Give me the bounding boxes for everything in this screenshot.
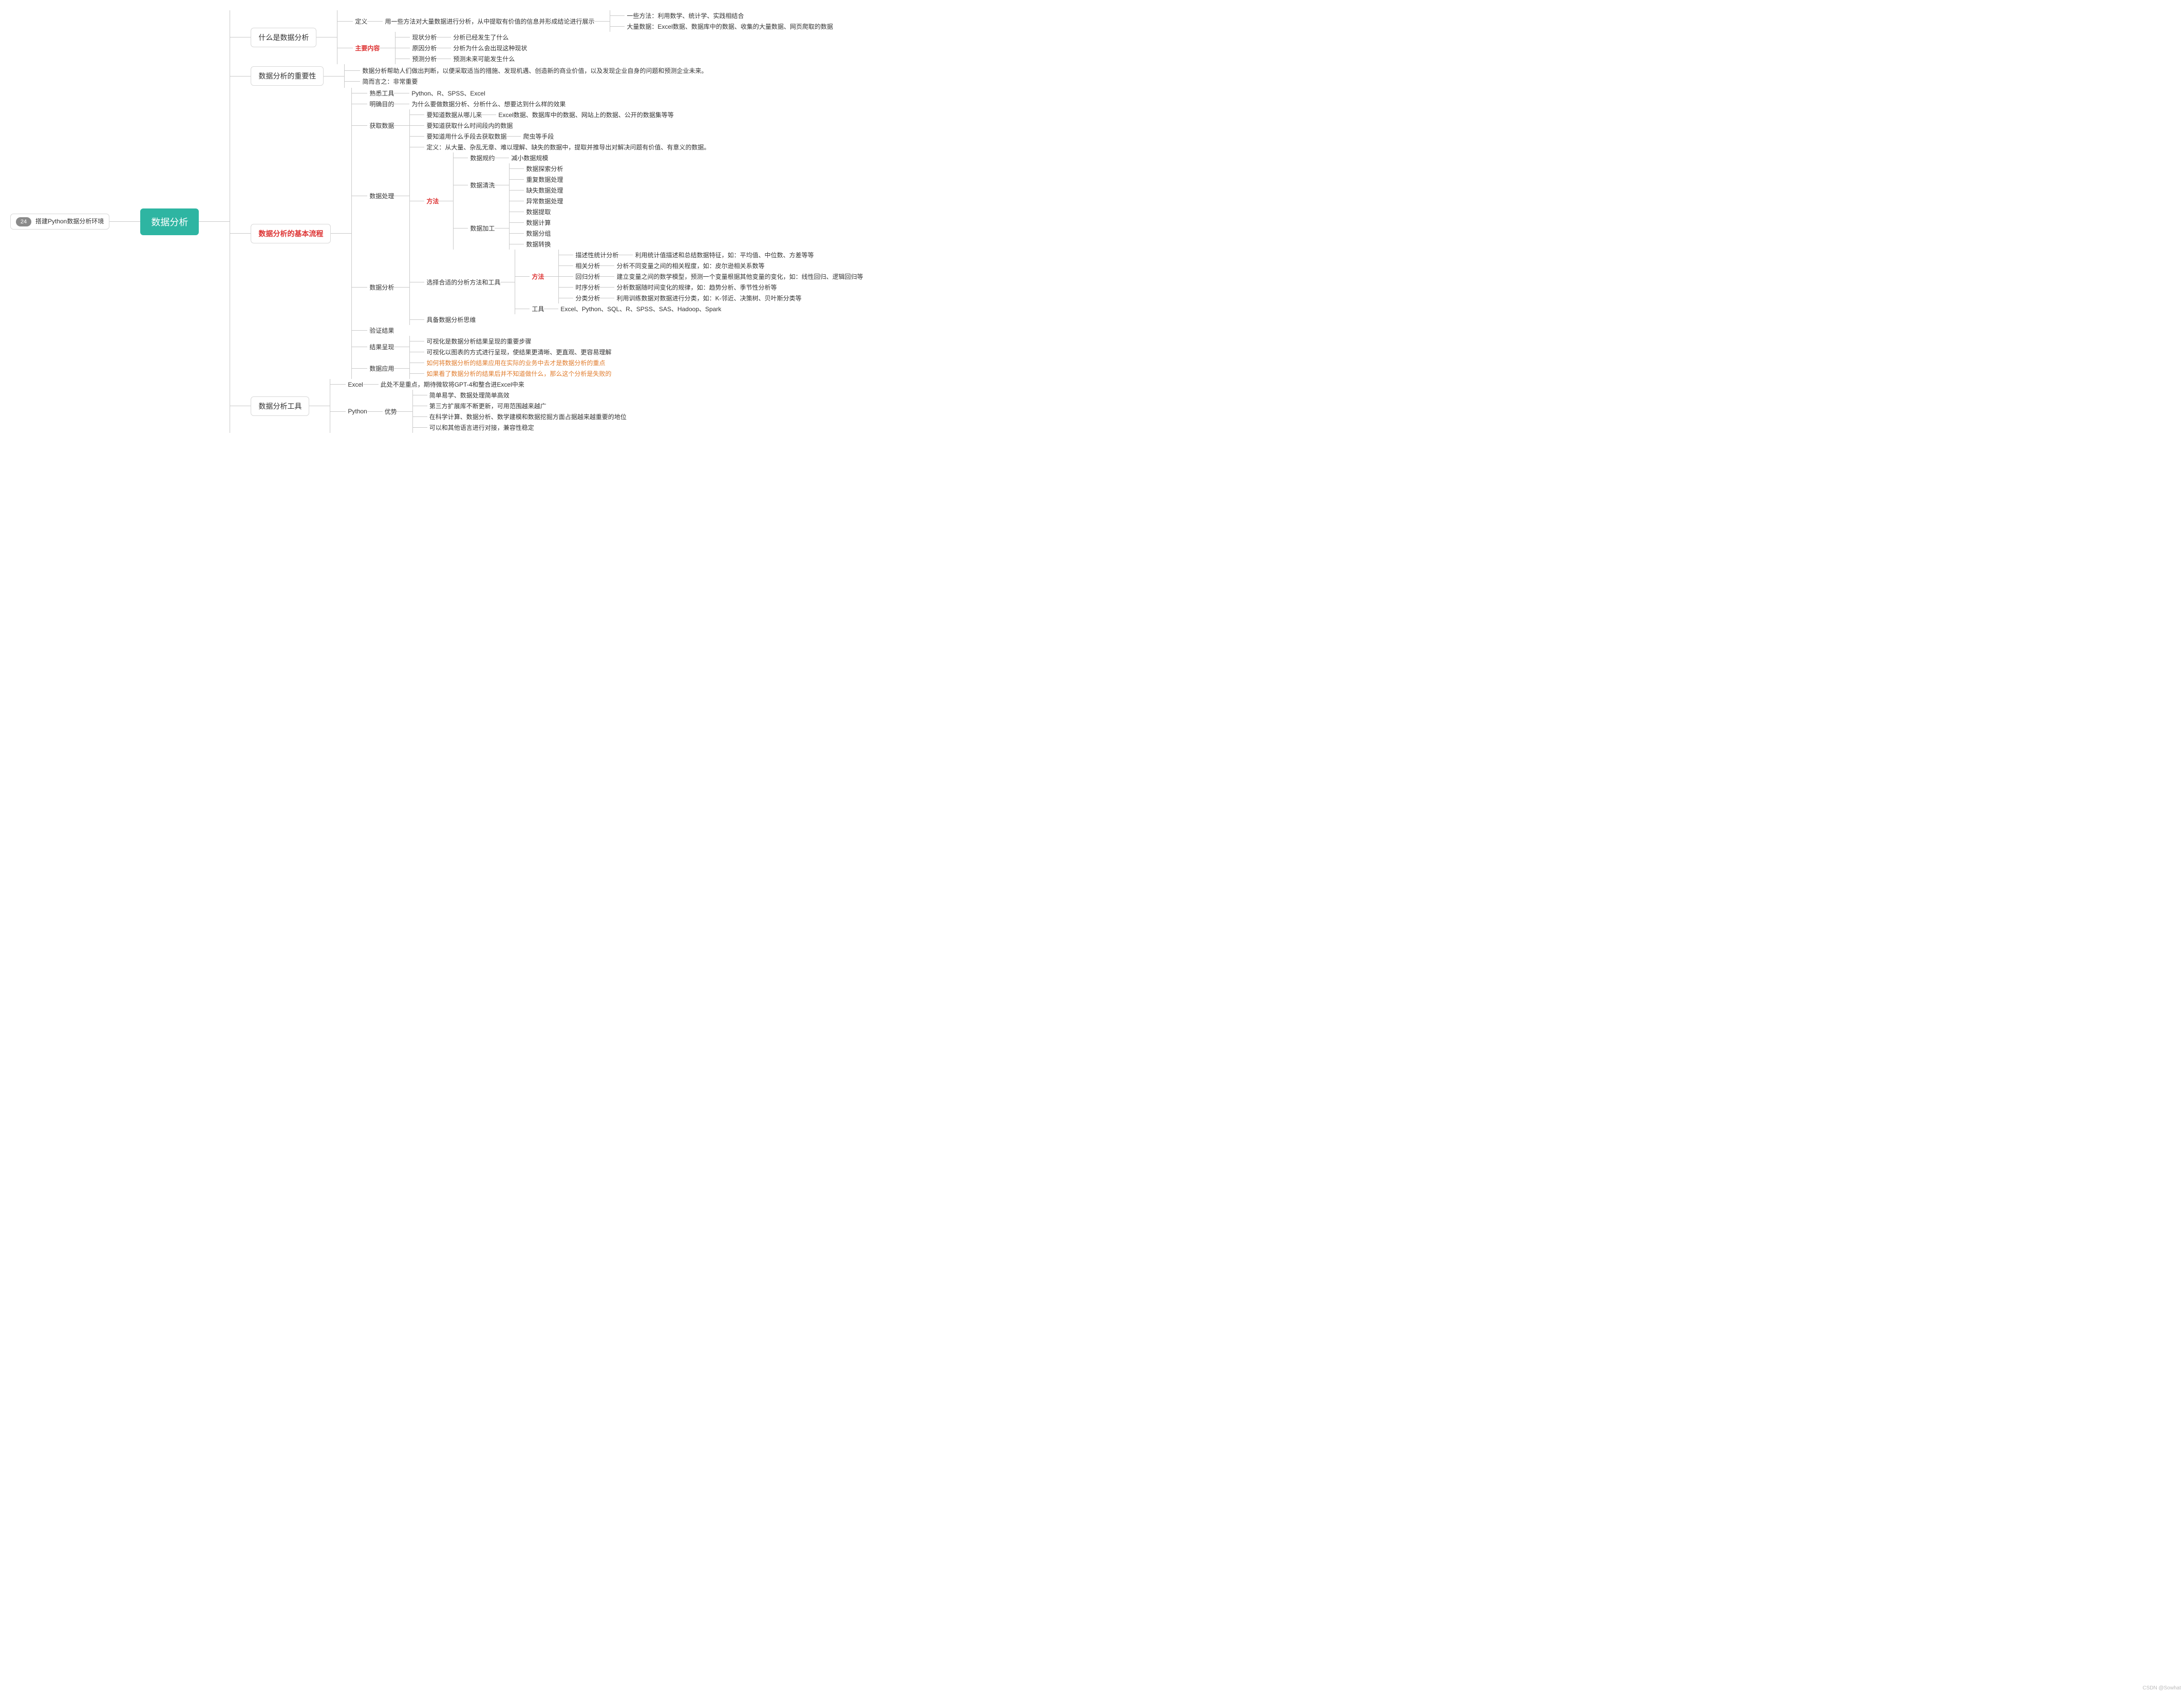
m4-v: 分析数据随时间变化的规律，如：趋势分析、季节性分析等	[614, 282, 777, 293]
mc-1-v: 分析已经发生了什么	[451, 32, 509, 43]
s4-p-2: 数据计算	[524, 217, 551, 228]
mc-2-v: 分析为什么会出现这种现状	[451, 43, 527, 53]
s3-3-v: 爬虫等手段	[521, 131, 554, 142]
t-excel-k: Excel	[346, 380, 363, 389]
s4-p-3: 数据分组	[524, 228, 551, 239]
watermark: CSDN @Sowhat	[2142, 1685, 2181, 1691]
left-branch: 24 搭建Python数据分析环境	[10, 214, 140, 230]
root-label: 数据分析	[140, 208, 199, 235]
s5-m: 方法	[530, 271, 544, 282]
left-link-node[interactable]: 24 搭建Python数据分析环境	[10, 214, 109, 230]
s7-1: 可视化是数据分析结果呈现的重要步骤	[424, 336, 531, 347]
node-definition-text: 用一些方法对大量数据进行分析，从中提取有价值的信息并形成结论进行展示	[383, 16, 594, 27]
def-sub-1: 一些方法：利用数学、统计学、实践相结合	[625, 10, 744, 21]
mc-3-v: 预测未来可能发生什么	[451, 53, 515, 64]
s4-c-2: 重复数据处理	[524, 174, 563, 185]
s2-v: 为什么要做数据分析、分析什么、想要达到什么样的效果	[409, 99, 566, 109]
adv-2: 第三方扩展库不断更新，可用范围越来越广	[427, 401, 547, 411]
m5-v: 利用训练数据对数据进行分类，如：K-邻近、决策树、贝叶斯分类等	[614, 293, 801, 303]
imp-line-2: 简而言之：非常重要	[360, 76, 418, 87]
s2-k: 明确目的	[367, 99, 394, 109]
root-node[interactable]: 数据分析	[140, 208, 199, 235]
s4-p-k: 数据加工	[468, 223, 495, 234]
m3-k: 回归分析	[573, 271, 600, 282]
s8-1: 如何将数据分析的结果应用在实际的业务中去才是数据分析的重点	[424, 357, 605, 368]
adv-3: 在科学计算、数据分析、数学建模和数据挖掘方面占据越来越重要的地位	[427, 411, 627, 422]
mc-1-k: 现状分析	[410, 32, 437, 43]
m5-k: 分类分析	[573, 293, 600, 303]
s3-1-v: Excel数据、数据库中的数据、网站上的数据、公开的数据集等等	[496, 109, 673, 120]
adv-1: 简单易学、数据处理简单高效	[427, 390, 510, 401]
branch-tools-label: 数据分析工具	[251, 396, 309, 416]
s5-sel: 选择合适的分析方法和工具	[424, 277, 500, 288]
def-sub-2: 大量数据：Excel数据、数据库中的数据、收集的大量数据、网页爬取的数据	[625, 21, 833, 32]
t-excel-v: 此处不是重点，期待微软将GPT-4和整合进Excel中来	[379, 379, 524, 390]
s5-k: 数据分析	[367, 282, 394, 293]
s7-k: 结果呈现	[367, 341, 394, 352]
mc-2-k: 原因分析	[410, 43, 437, 53]
s5-t-k: 工具	[530, 303, 544, 314]
m1-v: 利用统计值描述和总结数据特征，如：平均值、中位数、方差等等	[633, 250, 814, 260]
s7-2: 可视化以图表的方式进行呈现，使结果更清晰、更直观、更容易理解	[424, 347, 611, 357]
s5-t-v: Excel、Python、SQL、R、SPSS、SAS、Hadoop、Spark	[558, 303, 721, 314]
mc-3-k: 预测分析	[410, 53, 437, 64]
left-link-text: 搭建Python数据分析环境	[35, 218, 104, 225]
s4-p-1: 数据提取	[524, 206, 551, 217]
m1-k: 描述性统计分析	[573, 250, 618, 260]
node-main-content: 主要内容	[353, 43, 380, 53]
s4-r-v: 减小数据规模	[509, 153, 548, 163]
m3-v: 建立变量之间的数学模型，预测一个变量根据其他变量的变化，如：线性回归、逻辑回归等	[614, 271, 863, 282]
s5-th: 具备数据分析思维	[424, 314, 476, 325]
s3-k: 获取数据	[367, 120, 394, 131]
imp-line-1: 数据分析帮助人们做出判断，以便采取适当的措施、发现机遇、创造新的商业价值，以及发…	[360, 65, 707, 76]
branch-what-is-label: 什么是数据分析	[251, 28, 316, 47]
t-py-adv: 优势	[383, 406, 397, 417]
branch-importance[interactable]: 数据分析的重要性	[251, 66, 324, 86]
s1-k: 熟悉工具	[367, 88, 394, 99]
s4-p-4: 数据转换	[524, 239, 551, 250]
s8-k: 数据应用	[367, 363, 394, 374]
branch-what-is[interactable]: 什么是数据分析	[251, 28, 316, 47]
s4-c-4: 异常数据处理	[524, 196, 563, 206]
s4-method: 方法	[424, 196, 439, 206]
s4-c-3: 缺失数据处理	[524, 185, 563, 196]
s8-2: 如果看了数据分析的结果后并不知道做什么，那么这个分析是失败的	[424, 368, 611, 379]
m4-k: 时序分析	[573, 282, 600, 293]
s1-v: Python、R、SPSS、Excel	[409, 88, 485, 99]
badge-count: 24	[16, 217, 31, 226]
m2-v: 分析不同变量之间的相关程度，如：皮尔逊相关系数等	[614, 260, 764, 271]
s4-def: 定义：从大量、杂乱无章、难以理解、缺失的数据中，提取并推导出对解决问题有价值、有…	[424, 142, 710, 153]
branch-importance-label: 数据分析的重要性	[251, 66, 324, 86]
s3-3-k: 要知道用什么手段去获取数据	[424, 131, 506, 142]
s6-k: 验证结果	[367, 325, 394, 336]
node-definition: 定义	[353, 16, 367, 27]
adv-4: 可以和其他语言进行对接，兼容性稳定	[427, 422, 534, 433]
s3-2-k: 要知道获取什么时间段内的数据	[424, 120, 513, 131]
m2-k: 相关分析	[573, 260, 600, 271]
s4-c-k: 数据清洗	[468, 180, 495, 191]
t-py-k: Python	[346, 407, 367, 416]
branch-process[interactable]: 数据分析的基本流程	[251, 224, 331, 243]
s4-c-1: 数据探索分析	[524, 163, 563, 174]
s4-k: 数据处理	[367, 191, 394, 201]
s3-1-k: 要知道数据从哪儿来	[424, 109, 482, 120]
branch-tools[interactable]: 数据分析工具	[251, 396, 309, 416]
s4-r-k: 数据规约	[468, 153, 495, 163]
branch-process-label: 数据分析的基本流程	[251, 224, 331, 243]
